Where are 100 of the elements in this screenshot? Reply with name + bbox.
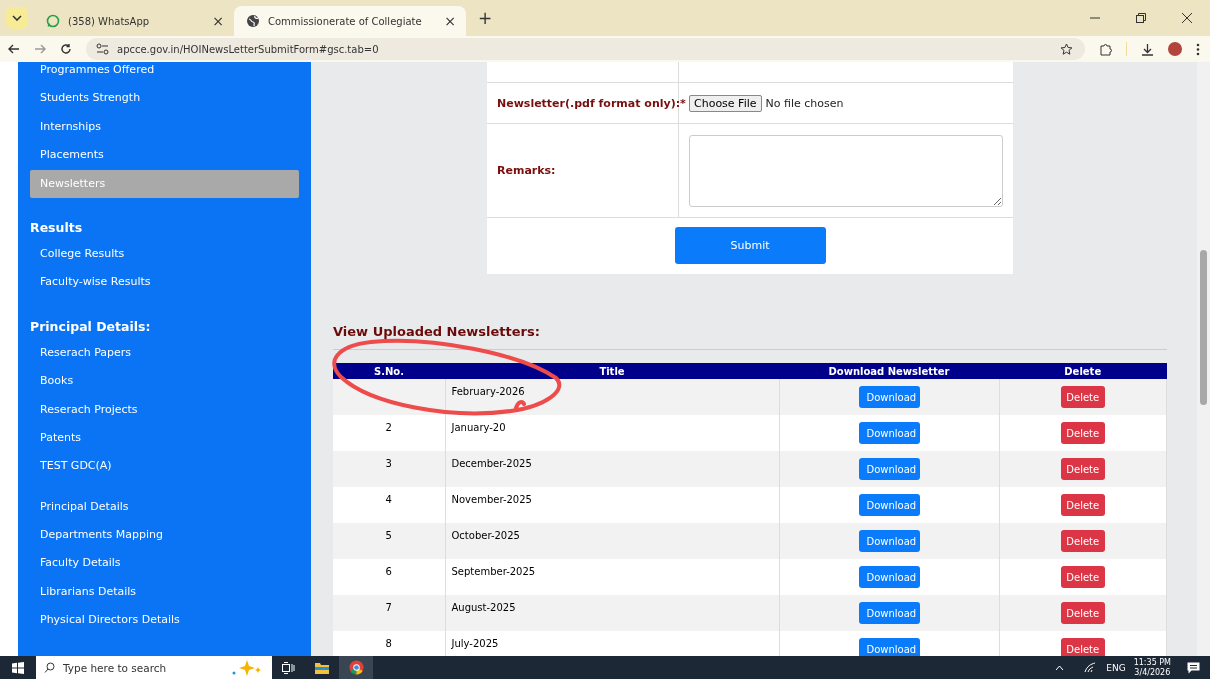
choose-file-button[interactable]: Choose File <box>689 94 762 112</box>
taskbar-search-field[interactable]: Type here to search <box>36 656 272 679</box>
table-cell: September-2025 <box>451 566 536 577</box>
sidebar-item[interactable]: Books <box>30 367 299 396</box>
table-cell: January-20 <box>451 422 506 433</box>
sidebar-item[interactable]: Newsletters <box>30 169 299 198</box>
table-cell: 4 <box>385 494 392 505</box>
tab-close-button[interactable]: × <box>212 13 224 29</box>
chat-bubble-icon <box>46 14 60 28</box>
reload-icon[interactable] <box>60 43 72 55</box>
table-cell: October-2025 <box>451 530 520 541</box>
table-cell: December-2025 <box>451 458 532 469</box>
search-placeholder: Type here to search <box>63 661 167 674</box>
sidebar-item[interactable]: Faculty Details <box>30 549 299 578</box>
sidebar-item[interactable]: Faculty-wise Results <box>30 268 299 297</box>
scrollbar[interactable] <box>1197 62 1210 656</box>
download-button[interactable]: Download <box>858 494 920 516</box>
delete-button[interactable]: Delete <box>1060 602 1105 624</box>
sidebar-item[interactable]: Placements <box>30 141 299 170</box>
table-cell: August-2025 <box>451 602 516 613</box>
sidebar-item[interactable]: TEST GDC(A) <box>30 452 299 481</box>
avatar[interactable] <box>1168 42 1182 56</box>
sidebar-item[interactable]: Students Strength <box>30 84 299 113</box>
caret-up-icon[interactable] <box>1055 664 1065 671</box>
download-button[interactable]: Download <box>858 530 920 552</box>
task-view-icon[interactable] <box>282 661 295 674</box>
column-header: S.No. <box>333 363 445 379</box>
section-heading: View Uploaded Newsletters: <box>333 324 541 339</box>
download-button[interactable]: Download <box>858 602 920 624</box>
globe-icon <box>246 14 260 28</box>
delete-button[interactable]: Delete <box>1060 458 1105 480</box>
field-label: Newsletter(.pdf format only):* <box>497 96 686 110</box>
browser-taskbar-button[interactable] <box>339 656 373 679</box>
language-indicator[interactable]: ENG <box>1106 662 1126 673</box>
file-status: No file chosen <box>765 96 844 110</box>
sidebar-item[interactable]: Physical Directors Details <box>30 606 299 635</box>
table-cell: 3 <box>385 458 392 469</box>
column-header: Delete <box>999 363 1167 379</box>
remarks-field[interactable] <box>689 134 1003 207</box>
new-tab-button[interactable]: + <box>478 8 493 28</box>
download-button[interactable]: Download <box>858 422 920 444</box>
notification-icon[interactable] <box>1187 661 1200 674</box>
sidebar-heading: Principal Details: <box>30 317 152 336</box>
close-icon[interactable] <box>1182 13 1192 23</box>
table-cell: 6 <box>385 566 392 577</box>
windows-logo-icon[interactable] <box>12 661 24 674</box>
wifi-icon[interactable] <box>1084 662 1097 673</box>
table-cell: 8 <box>385 638 392 649</box>
site-info-icon[interactable] <box>96 43 109 55</box>
sidebar-item[interactable]: Principal Details <box>30 492 299 522</box>
restore-icon[interactable] <box>1136 13 1146 23</box>
sidebar-item[interactable]: Patents <box>30 423 299 453</box>
more-menu-icon[interactable] <box>1196 42 1200 56</box>
download-button[interactable]: Download <box>858 386 920 408</box>
delete-button[interactable]: Delete <box>1060 494 1105 516</box>
sidebar-item[interactable]: Reserach Projects <box>30 395 299 424</box>
star-icon[interactable] <box>1060 42 1073 56</box>
download-button[interactable]: Download <box>858 638 920 656</box>
delete-button[interactable]: Delete <box>1060 386 1105 408</box>
delete-button[interactable]: Delete <box>1060 422 1105 444</box>
download-button[interactable]: Download <box>858 458 920 480</box>
forward-arrow-icon[interactable] <box>34 43 46 55</box>
tab-list-button[interactable] <box>6 7 28 29</box>
sidebar-item[interactable]: College Results <box>30 239 299 269</box>
column-header: Download Newsletter <box>779 363 999 379</box>
table-cell: November-2025 <box>451 494 532 505</box>
folder-icon[interactable] <box>315 661 329 674</box>
field-label: Remarks: <box>497 164 556 177</box>
delete-button[interactable]: Delete <box>1060 530 1105 552</box>
address-bar[interactable]: apcce.gov.in/HOINewsLetterSubmitForm#gsc.tab=0 <box>86 38 1085 60</box>
sidebar-item[interactable]: Internships <box>30 112 299 142</box>
browser-tab[interactable]: (358) WhatsApp × <box>34 6 234 36</box>
delete-button[interactable]: Delete <box>1060 566 1105 588</box>
clock[interactable]: 11:35 PM 3/4/2026 <box>1133 657 1171 678</box>
download-icon[interactable] <box>1141 42 1154 56</box>
sidebar-item[interactable]: Programmes Offered <box>30 62 299 85</box>
puzzle-piece-icon[interactable] <box>1099 42 1112 56</box>
delete-button[interactable]: Delete <box>1060 638 1105 656</box>
sidebar-item[interactable]: Librarians Details <box>30 577 299 607</box>
sidebar-item[interactable]: Reserach Papers <box>30 338 299 368</box>
table-cell: February-2026 <box>451 386 525 397</box>
column-header: Title <box>445 363 779 379</box>
tab-title: Commissionerate of Collegiate <box>268 15 423 27</box>
browser-logo-icon <box>348 660 364 675</box>
browser-tab[interactable]: Commissionerate of Collegiate × <box>234 6 466 36</box>
back-arrow-icon[interactable] <box>8 43 20 55</box>
clock-time: 11:35 PM <box>1133 657 1171 668</box>
sidebar-heading: Results <box>30 218 84 237</box>
clock-date: 3/4/2026 <box>1134 667 1171 678</box>
tab-title: (358) WhatsApp <box>68 15 151 27</box>
table-cell: 2 <box>385 422 392 433</box>
table-cell: 7 <box>385 602 392 613</box>
tab-close-button[interactable]: × <box>444 13 456 29</box>
sidebar-item[interactable]: Departments Mapping <box>30 521 299 550</box>
chevron-down-icon <box>12 15 22 21</box>
url-text: apcce.gov.in/HOINewsLetterSubmitForm#gsc.tab=0 <box>117 43 379 55</box>
submit-button[interactable]: Submit <box>674 227 826 264</box>
table-cell: 5 <box>385 530 392 541</box>
download-button[interactable]: Download <box>858 566 920 588</box>
search-icon <box>44 662 55 673</box>
